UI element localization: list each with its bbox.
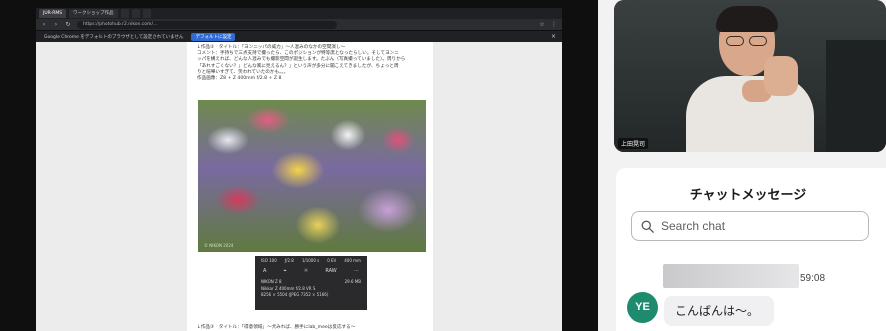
browser-address-bar: ‹ › ↻ https://photohub.r2.nikon.com/... … bbox=[36, 19, 562, 30]
participant-video-tile[interactable]: 上田晃司 bbox=[614, 0, 886, 152]
meeting-window: JUR-RMS ワークショップ作品 ‹ › ↻ https://photohub… bbox=[0, 0, 886, 331]
exif-ev: 0 EV bbox=[327, 258, 337, 263]
browser-tab[interactable]: JUR-RMS bbox=[39, 9, 67, 18]
exif-shutter: 1/1000 s bbox=[301, 258, 320, 263]
participant-glasses bbox=[724, 36, 770, 46]
browser-tab[interactable] bbox=[120, 9, 129, 18]
exif-dimensions: 8256 × 5504 (JPEG 7352 × 5166) bbox=[261, 291, 329, 297]
exif-iso: ISO 100 bbox=[261, 258, 277, 263]
metering-icon: ⌖ bbox=[283, 268, 287, 274]
doc-line: 「あれすごくない？」どんな風に見えるん？」という声が多分に聞こえてきましたが、ち… bbox=[197, 63, 399, 69]
chat-message[interactable]: こんばんは〜。 bbox=[664, 296, 774, 326]
close-icon[interactable]: × bbox=[551, 33, 556, 40]
reload-icon[interactable]: ↻ bbox=[65, 19, 71, 30]
star-icon[interactable]: ☆ bbox=[539, 19, 545, 30]
search-icon bbox=[641, 220, 654, 233]
chat-search-input[interactable] bbox=[661, 219, 851, 233]
document-page: ↓作品② タイトル：「ヨンニッパの威力」〜人混みのなかの空間演し〜 コメント：手… bbox=[187, 42, 433, 331]
exif-aperture: ƒ/2.8 bbox=[284, 258, 294, 263]
exif-camera: NIKON Z 8 bbox=[261, 279, 282, 284]
doc-line: ↓作品② タイトル：「ヨンニッパの威力」〜人混みのなかの空間演し〜 bbox=[197, 45, 346, 50]
url-field[interactable]: https://photohub.r2.nikon.com/... bbox=[77, 20, 337, 29]
participant-name: 上田晃司 bbox=[618, 138, 649, 149]
exif-size: 29.6 MB bbox=[344, 279, 361, 284]
doc-line: ↓作品③ タイトル：「得意領域」〜犬みれば、勝手にlab_meeは反応する〜 bbox=[197, 325, 356, 330]
participant-hair bbox=[716, 6, 778, 32]
browser-tab[interactable] bbox=[142, 9, 151, 18]
message-time: 59:08 bbox=[800, 273, 826, 284]
back-icon[interactable]: ‹ bbox=[41, 19, 47, 30]
chat-panel: チャットメッセージ 59:08 YE こんばんは〜。 bbox=[616, 168, 886, 331]
video-background-panel bbox=[826, 40, 886, 152]
photo-watermark: © NIKON 2024 bbox=[204, 243, 234, 248]
default-browser-infobar: Google Chrome をデフォルトのブラウザとして設定されていません デフ… bbox=[36, 31, 562, 42]
set-default-button[interactable]: デフォルトに設定 bbox=[191, 32, 236, 41]
menu-icon[interactable]: ⋮ bbox=[551, 19, 557, 30]
doc-line: 作品画像：Z8 + Z 400mm f/2.8 + Z 8 bbox=[197, 76, 282, 82]
tulip-photo[interactable]: © NIKON 2024 bbox=[198, 100, 426, 252]
doc-line: ッパを構えれば、どんな人混みでも撮影空間が誕生します。たぶん（写真撮っていました… bbox=[197, 57, 406, 63]
browser-tab-bar: JUR-RMS ワークショップ作品 bbox=[36, 8, 562, 19]
exif-panel: ISO 100 ƒ/2.8 1/1000 s 0 EV 400 mm A ⌖ ☼… bbox=[255, 256, 367, 310]
participant-hand bbox=[764, 56, 798, 96]
chat-search[interactable] bbox=[631, 211, 869, 241]
exif-focal: 400 mm bbox=[344, 258, 361, 263]
browser-tab[interactable]: ワークショップ作品 bbox=[69, 9, 118, 18]
raw-icon: RAW bbox=[325, 268, 337, 274]
infobar-text: Google Chrome をデフォルトのブラウザとして設定されていません bbox=[44, 34, 184, 40]
forward-icon[interactable]: › bbox=[53, 19, 59, 30]
browser-tab[interactable] bbox=[131, 9, 140, 18]
chat-title: チャットメッセージ bbox=[689, 188, 807, 203]
white-balance-icon: ☼ bbox=[303, 268, 309, 274]
more-icon: ⋯ bbox=[353, 268, 359, 274]
exif-settings-row: ISO 100 ƒ/2.8 1/1000 s 0 EV 400 mm bbox=[255, 256, 367, 265]
avatar[interactable]: YE bbox=[627, 292, 658, 323]
sender-name-redacted bbox=[663, 264, 799, 288]
mode-icon: A bbox=[263, 268, 267, 274]
exif-camera-row: NIKON Z 8 29.6 MB bbox=[255, 277, 367, 286]
exif-icon-row: A ⌖ ☼ RAW ⋯ bbox=[255, 265, 367, 277]
